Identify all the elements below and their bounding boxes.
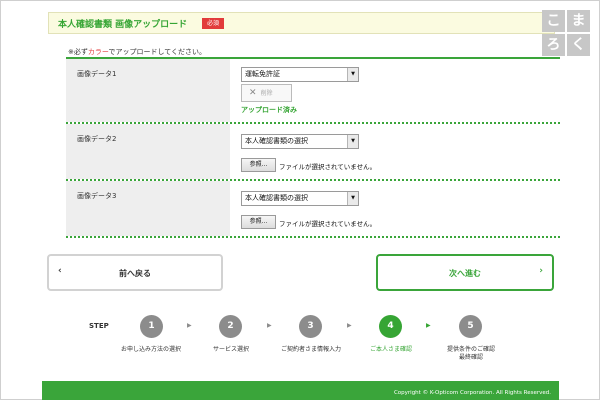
- step-2-name: サービス選択: [212, 346, 249, 353]
- step-5-name: 提供条件のご確認 最終確認: [431, 346, 511, 362]
- next-button[interactable]: 次へ進む ›: [376, 254, 554, 291]
- triangle-right-icon: ▶: [267, 322, 272, 329]
- caret-down-icon: ▼: [347, 68, 358, 81]
- select-value: 本人確認書類の選択: [245, 137, 308, 145]
- caret-down-icon: ▼: [347, 192, 358, 205]
- section-header: 本人確認書類 画像アップロード 必須: [48, 12, 555, 34]
- document-type-select[interactable]: 本人確認書類の選択 ▼: [241, 134, 359, 149]
- back-button-label: 前へ戻る: [119, 269, 151, 278]
- document-type-select[interactable]: 本人確認書類の選択 ▼: [241, 191, 359, 206]
- file-status: ファイルが選択されていません。: [279, 220, 377, 228]
- step-3-name: ご契約者さま情報入力: [280, 346, 341, 353]
- close-icon: ✕: [249, 88, 257, 98]
- chevron-right-icon: ›: [539, 266, 543, 276]
- row-label: 画像データ2: [77, 135, 117, 143]
- row-value-cell: 本人確認書類の選択 ▼ 参照... ファイルが選択されていません。: [230, 124, 560, 179]
- row-value-cell: 本人確認書類の選択 ▼ 参照... ファイルが選択されていません。: [230, 181, 560, 236]
- row-value-cell: 運転免許証 ▼ ✕ 削除 アップロード済み: [230, 59, 560, 122]
- step-1-name: お申し込み方法の選択: [120, 346, 181, 353]
- section-title: 本人確認書類 画像アップロード: [58, 20, 188, 30]
- step-2-circle: 2: [219, 315, 242, 338]
- select-value: 本人確認書類の選択: [245, 194, 308, 202]
- row-label: 画像データ1: [77, 70, 117, 78]
- upload-status: アップロード済み: [241, 106, 297, 114]
- triangle-right-icon: ▶: [187, 322, 192, 329]
- logo-tile: ま: [567, 10, 590, 32]
- step-label: STEP: [89, 322, 109, 330]
- triangle-right-icon: ▶: [426, 322, 431, 329]
- step-5-name-line2: 最終確認: [458, 354, 483, 361]
- dotted-divider: [66, 236, 560, 238]
- image-row-2: 画像データ2 本人確認書類の選択 ▼ 参照... ファイルが選択されていません。: [66, 124, 560, 181]
- upload-note: ※必ずカラーでアップロードしてください。: [68, 47, 206, 57]
- step-5-name-line1: 提供条件のご確認: [446, 346, 495, 353]
- back-button[interactable]: ‹ 前へ戻る: [47, 254, 223, 291]
- image-row-3: 画像データ3 本人確認書類の選択 ▼ 参照... ファイルが選択されていません。: [66, 181, 560, 238]
- required-badge: 必須: [202, 18, 224, 29]
- image-row-1: 画像データ1 運転免許証 ▼ ✕ 削除 アップロード済み: [66, 59, 560, 124]
- copyright: Copyright © K-Opticom Corporation. All R…: [393, 390, 551, 396]
- footer: Copyright © K-Opticom Corporation. All R…: [42, 381, 559, 400]
- logo-tile: く: [567, 34, 590, 56]
- delete-button[interactable]: ✕ 削除: [241, 84, 292, 102]
- note-suffix: でアップロードしてください。: [108, 48, 207, 56]
- step-3-circle: 3: [299, 315, 322, 338]
- step-4-name: ご本人さま確認: [369, 346, 412, 353]
- document-type-select[interactable]: 運転免許証 ▼: [241, 67, 359, 82]
- caret-down-icon: ▼: [347, 135, 358, 148]
- row-label-cell: 画像データ1: [66, 59, 230, 122]
- step-5-circle: 5: [459, 315, 482, 338]
- select-value: 運転免許証: [245, 70, 280, 78]
- browse-button[interactable]: 参照...: [241, 158, 276, 172]
- step-1-circle: 1: [140, 315, 163, 338]
- note-highlight: カラー: [87, 48, 109, 56]
- row-label-cell: 画像データ2: [66, 124, 230, 179]
- triangle-right-icon: ▶: [347, 322, 352, 329]
- row-label-cell: 画像データ3: [66, 181, 230, 236]
- logo-tile: こ: [542, 10, 565, 32]
- step-4-circle: 4: [379, 315, 402, 338]
- note-prefix: ※必ず: [68, 48, 88, 56]
- row-label: 画像データ3: [77, 192, 117, 200]
- watermark-logo: こ ま ろ く: [542, 10, 590, 56]
- browse-button[interactable]: 参照...: [241, 215, 276, 229]
- delete-label: 削除: [260, 90, 273, 97]
- next-button-label: 次へ進む: [449, 269, 481, 278]
- logo-tile: ろ: [542, 34, 565, 56]
- file-status: ファイルが選択されていません。: [279, 163, 377, 171]
